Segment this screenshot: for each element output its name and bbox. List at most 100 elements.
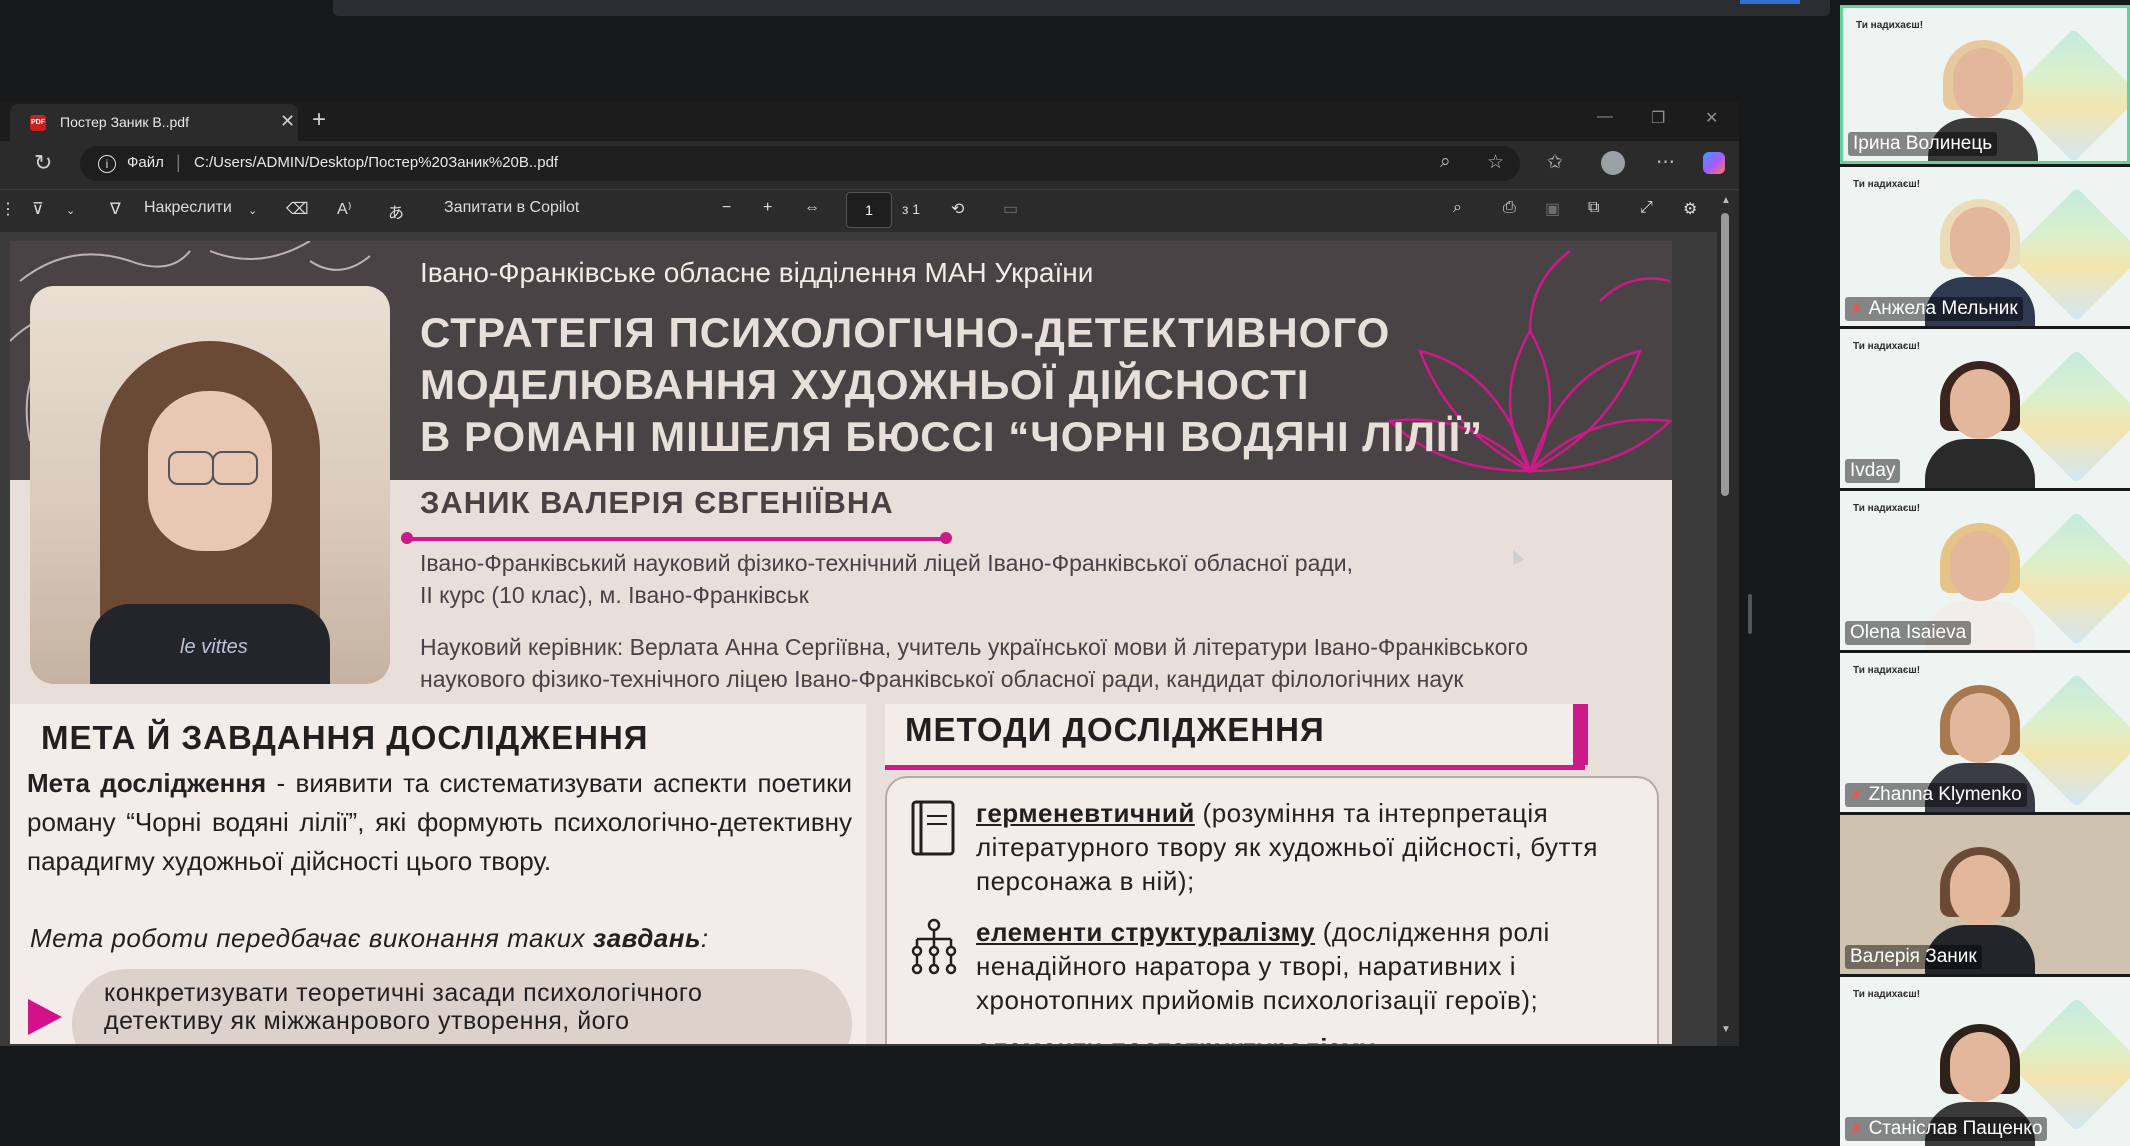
methods-bar-accent — [1573, 704, 1588, 765]
print-icon[interactable]: ⎙ — [1503, 199, 1516, 217]
school-line-1: Івано-Франківський науковий фізико-техні… — [420, 550, 1354, 576]
profile-avatar-icon[interactable] — [1601, 151, 1625, 175]
book-icon — [911, 800, 955, 856]
mic-muted-icon: ✗ — [1850, 301, 1863, 318]
participant-face — [1950, 531, 2010, 601]
fit-page-icon[interactable]: ⇔ — [804, 199, 820, 217]
tasks-intro-colon: : — [700, 923, 709, 953]
author-underline-dot-right — [940, 532, 952, 544]
participant-tile[interactable]: Ти надихаєш! Olena Isaieva — [1840, 491, 2130, 650]
settings-gear-icon[interactable]: ⚙ — [1683, 199, 1697, 219]
poster-title-line-1: СТРАТЕГІЯ ПСИХОЛОГІЧНО-ДЕТЕКТИВНОГО — [420, 309, 1391, 356]
eraser-icon[interactable]: ⌫ — [286, 199, 309, 219]
read-aloud-icon[interactable]: A⁾ — [337, 199, 352, 219]
method-2: елементи структуралізму (дослідження рол… — [976, 915, 1656, 1017]
participant-tile[interactable]: Ти надихаєш! Ірина Волинець — [1840, 5, 2130, 164]
page-view-icon[interactable]: ▭ — [1003, 199, 1018, 219]
participant-name-tag: ✗ Анжела Мельник — [1845, 297, 2023, 321]
highlight-dropdown-icon[interactable]: ⌄ — [66, 204, 75, 217]
file-label: Файл — [127, 154, 164, 171]
pdf-file-icon: PDF — [30, 115, 46, 131]
zoom-icon[interactable]: ⌕ — [1440, 151, 1451, 173]
participant-face — [1950, 369, 2010, 439]
photo-glasses-right — [212, 451, 258, 485]
save-icon[interactable]: ▣ — [1545, 199, 1560, 219]
photo-glasses-left — [168, 451, 214, 485]
favorite-star-icon[interactable]: ☆ — [1487, 151, 1504, 174]
url-separator: | — [176, 152, 181, 172]
tile-banner: Ти надихаєш! — [1853, 665, 1921, 676]
tab-title: Постер Заник В..pdf — [60, 114, 189, 130]
tile-banner: Ти надихаєш! — [1853, 503, 1921, 514]
participant-face — [1950, 1032, 2010, 1102]
tasks-intro-bold: завдань — [592, 923, 701, 953]
minimize-icon[interactable]: — — [1597, 108, 1613, 126]
info-icon[interactable]: i — [98, 155, 116, 173]
participant-name-tag: ✗ Zhanna Klymenko — [1845, 783, 2027, 807]
close-tab-icon[interactable]: ✕ — [280, 111, 295, 132]
top-bar-accent — [1740, 0, 1800, 4]
restore-icon[interactable]: ❐ — [1651, 108, 1665, 128]
fullscreen-icon[interactable]: ⤢ — [1640, 199, 1653, 217]
poster-title-line-2: МОДЕЛЮВАННЯ ХУДОЖНЬОЇ ДІЙСНОСТІ — [420, 361, 1310, 408]
scroll-up-icon[interactable]: ▲ — [1721, 195, 1731, 206]
mic-muted-icon: ✗ — [1850, 1121, 1863, 1138]
highlight-icon[interactable]: ⊽ — [32, 199, 44, 219]
participant-tile[interactable]: Валерія Заник — [1840, 815, 2130, 974]
method-1-term: герменевтичний — [976, 798, 1195, 828]
participant-name: Ірина Волинець — [1848, 132, 1998, 156]
copilot-ask-label[interactable]: Запитати в Copilot — [444, 199, 579, 217]
participant-name: Olena Isaieva — [1845, 621, 1972, 645]
save-as-icon[interactable]: ⧉ — [1588, 199, 1599, 217]
participant-tile[interactable]: Ти надихаєш! ✗ Анжела Мельник — [1840, 167, 2130, 326]
pdf-scroll-thumb[interactable] — [1721, 213, 1729, 496]
poster-organization: Івано-Франківське обласне відділення МАН… — [420, 257, 1094, 288]
more-menu-icon[interactable]: ⋯ — [1656, 151, 1675, 174]
participant-name-tag: ✗ Станіслав Пащенко — [1845, 1117, 2048, 1141]
close-window-icon[interactable]: ✕ — [1705, 108, 1718, 128]
participant-body — [1925, 439, 2035, 488]
participant-tile[interactable]: Ти надихаєш! ✗ Станіслав Пащенко — [1840, 977, 2130, 1146]
draw-label[interactable]: Накреслити — [144, 199, 232, 217]
new-tab-icon[interactable]: + — [312, 106, 326, 134]
participant-tile[interactable]: Ти надихаєш! ✗ Zhanna Klymenko — [1840, 653, 2130, 812]
refresh-icon[interactable]: ↻ — [34, 150, 52, 176]
draw-dropdown-icon[interactable]: ⌄ — [248, 204, 257, 217]
browser-tab[interactable]: PDF Постер Заник В..pdf ✕ — [10, 104, 298, 141]
participant-face — [1950, 207, 2010, 277]
copilot-icon[interactable] — [1703, 152, 1725, 174]
zoom-in-icon[interactable]: + — [763, 199, 772, 217]
participant-video — [1925, 361, 2035, 488]
tile-banner: Ти надихаєш! — [1853, 179, 1921, 190]
favorites-icon[interactable]: ✩ — [1547, 151, 1563, 174]
panel-resize-handle[interactable] — [1748, 594, 1752, 634]
participant-name: Анжела Мельник — [1868, 298, 2018, 319]
zoom-out-icon[interactable]: − — [722, 199, 731, 217]
author-photo: le vittes — [30, 286, 390, 684]
school-line-2: ІІ курс (10 клас), м. Івано-Франківськ — [420, 582, 809, 608]
rotate-icon[interactable]: ⟲ — [951, 199, 964, 219]
participant-tile[interactable]: Ти надихаєш! Ivday — [1840, 329, 2130, 488]
tile-banner: Ти надихаєш! — [1856, 20, 1924, 31]
url-text[interactable]: C:/Users/ADMIN/Desktop/Постер%20Заник%20… — [194, 154, 558, 171]
scroll-down-icon[interactable]: ▼ — [1721, 1024, 1731, 1035]
method-3: елементи постструктуралізму — [976, 1031, 1656, 1044]
supervisor-line-2: наукового фізико-технічного ліцею Івано-… — [420, 666, 1464, 692]
tile-banner: Ти надихаєш! — [1853, 989, 1921, 1000]
task-arrow-icon — [28, 999, 62, 1035]
poster-author: ЗАНИК ВАЛЕРІЯ ЄВГЕНІЇВНА — [420, 485, 894, 520]
methods-heading: МЕТОДИ ДОСЛІДЖЕННЯ — [905, 711, 1325, 748]
draw-icon[interactable]: ∇ — [110, 199, 121, 219]
search-icon[interactable]: ⌕ — [1453, 199, 1462, 217]
participant-name: Zhanna Klymenko — [1868, 784, 2022, 805]
author-underline-dot-left — [401, 532, 413, 544]
participant-face — [1953, 48, 2013, 118]
tasks-intro: Мета роботи передбачає виконання таких з… — [30, 923, 709, 954]
translate-icon[interactable]: あ — [388, 199, 404, 223]
goal-paragraph: Мета дослідження - виявити та систематиз… — [27, 764, 852, 881]
page-number-input[interactable]: 1 — [846, 192, 892, 228]
poster-title-line-3: В РОМАНІ МІШЕЛЯ БЮССІ “ЧОРНІ ВОДЯНІ ЛІЛІ… — [420, 413, 1484, 460]
author-underline — [406, 537, 946, 541]
shirt-print: le vittes — [180, 636, 248, 658]
method-2-term: елементи структуралізму — [976, 917, 1316, 947]
